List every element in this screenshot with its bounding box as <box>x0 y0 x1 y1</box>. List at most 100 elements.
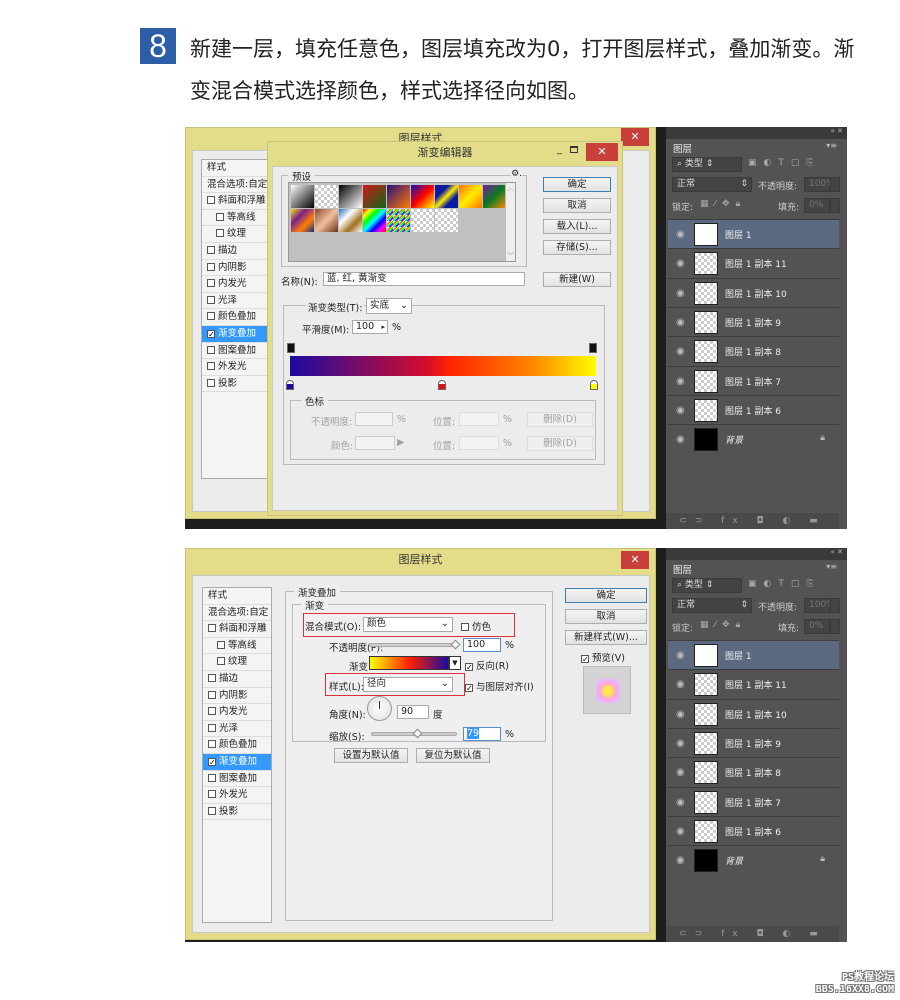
filter-icons[interactable]: ▣◐T▢⎘ <box>748 579 821 589</box>
checkbox[interactable] <box>208 673 216 682</box>
reverse-checkbox[interactable]: ✓ 反向(R) <box>465 658 509 672</box>
checkbox[interactable] <box>207 279 215 288</box>
preset-swatch-violet-orange[interactable] <box>387 185 410 208</box>
eye-icon[interactable]: ◉ <box>676 288 685 299</box>
gradient-preview-bar[interactable] <box>290 356 596 376</box>
sidebar-item[interactable]: 投影 <box>203 804 271 821</box>
sidebar-item[interactable]: 光泽 <box>203 721 271 738</box>
ok-button[interactable]: 确定 <box>565 588 647 603</box>
sidebar-item[interactable]: 纹理 <box>202 226 270 243</box>
sidebar-item[interactable]: 颜色叠加 <box>202 309 270 326</box>
checkbox[interactable] <box>208 740 216 749</box>
checkbox[interactable] <box>208 624 216 633</box>
close-icon[interactable]: ✕ <box>837 548 843 556</box>
preset-swatch-orange-yellow-orange[interactable] <box>459 185 482 208</box>
close-icon[interactable]: ✕ <box>837 127 843 135</box>
sidebar-item[interactable]: ✓ 渐变叠加 <box>203 753 271 771</box>
color-stop-1[interactable] <box>438 380 446 390</box>
checkbox[interactable] <box>216 229 224 238</box>
load-button[interactable]: 载入(L)... <box>543 219 611 234</box>
eye-icon[interactable]: ◉ <box>676 709 685 720</box>
stop-color-swatch[interactable] <box>355 436 395 450</box>
angle-input[interactable]: 90 <box>397 705 429 719</box>
checkbox-checked[interactable]: ✓ <box>465 684 473 693</box>
checkbox[interactable] <box>217 657 225 666</box>
eye-icon[interactable]: ◉ <box>676 738 685 749</box>
opacity-input[interactable]: 100% <box>804 177 835 192</box>
checkbox-checked[interactable]: ✓ <box>581 655 589 664</box>
eye-icon[interactable]: ◉ <box>676 679 685 690</box>
sidebar-item[interactable]: 内发光 <box>203 704 271 721</box>
color-position-input[interactable] <box>459 436 499 450</box>
preset-swatch-blue-red-yellow[interactable] <box>411 185 434 208</box>
layer-name[interactable]: 图层 1 副本 8 <box>725 345 781 358</box>
layer-row[interactable]: ◉ 背景 🔒︎ <box>668 424 839 454</box>
eye-icon[interactable]: ◉ <box>676 376 685 387</box>
fill-input[interactable]: 0% <box>804 619 830 634</box>
eye-icon[interactable]: ◉ <box>676 229 685 240</box>
filter-icons[interactable]: ▣◐T▢⎘ <box>748 158 821 168</box>
preset-swatch-black-white-rev[interactable] <box>339 185 362 208</box>
set-default-button[interactable]: 设置为默认值 <box>334 748 408 763</box>
layer-name[interactable]: 图层 1 副本 10 <box>725 287 787 300</box>
collapse-icon[interactable]: « <box>831 127 835 135</box>
new-style-button[interactable]: 新建样式(W)... <box>565 630 647 645</box>
close-button[interactable]: ✕ <box>586 143 618 161</box>
slider-thumb[interactable] <box>450 639 461 650</box>
save-button[interactable]: 存储(S)... <box>543 240 611 255</box>
close-button[interactable]: ✕ <box>621 128 649 146</box>
opacity-input[interactable]: 100% <box>804 598 835 613</box>
opacity-input[interactable]: 100 <box>463 638 501 652</box>
layer-name[interactable]: 背景 <box>725 854 743 867</box>
checkbox[interactable] <box>208 723 216 732</box>
eye-icon[interactable]: ◉ <box>676 258 685 269</box>
layer-row[interactable]: ◉ 图层 1 <box>668 640 839 669</box>
sidebar-item[interactable]: 外发光 <box>202 359 270 376</box>
sidebar-item[interactable]: 描边 <box>202 243 270 260</box>
eye-icon[interactable]: ◉ <box>676 855 685 866</box>
sidebar-item[interactable]: 颜色叠加 <box>203 737 271 754</box>
opacity-stop-right[interactable] <box>589 343 597 353</box>
sidebar-item-blend-options[interactable]: 混合选项:自定 <box>203 605 271 622</box>
collapse-icon[interactable]: « <box>831 548 835 556</box>
layer-name[interactable]: 图层 1 副本 11 <box>725 257 787 270</box>
checkbox[interactable] <box>208 790 216 799</box>
preset-swatch-violet-green-orange[interactable] <box>483 185 506 208</box>
checkbox[interactable] <box>208 773 216 782</box>
gear-icon[interactable]: ⚙. <box>511 169 522 179</box>
eye-icon[interactable]: ◉ <box>676 317 685 328</box>
slider-thumb[interactable] <box>412 728 423 739</box>
tab-layers[interactable]: 图层 <box>669 139 697 157</box>
layer-row[interactable]: ◉ 图层 1 <box>668 219 839 248</box>
panel-menu-icon[interactable]: ▾≡ <box>826 562 837 571</box>
layer-row[interactable]: ◉ 图层 1 副本 11 <box>668 669 839 699</box>
arrow-right-icon[interactable]: ▸ <box>381 321 385 333</box>
close-button[interactable]: ✕ <box>621 551 649 569</box>
layer-row[interactable]: ◉ 图层 1 副本 11 <box>668 248 839 278</box>
blend-mode-select[interactable]: 正常 ⇕ <box>672 177 752 192</box>
delete-opacity-stop-button[interactable]: 删除(D) <box>527 412 593 427</box>
preset-swatch-transparent-stripes[interactable] <box>411 209 434 232</box>
preset-swatch-red-green[interactable] <box>363 185 386 208</box>
blend-mode-select[interactable]: 正常 ⇕ <box>672 598 752 613</box>
layer-row[interactable]: ◉ 图层 1 副本 10 <box>668 277 839 307</box>
preset-scrollbar[interactable]: ︿ ﹀ <box>505 183 515 261</box>
panel-footer-toolbar[interactable]: ⊂⊃ fx ◘ ◐ ▬ ◳ ⌫ <box>666 926 839 942</box>
gradient-dropdown[interactable]: ▼ <box>449 656 461 670</box>
layer-name[interactable]: 图层 1 副本 8 <box>725 766 781 779</box>
lock-icons[interactable]: ▦⁄✥🔒︎ <box>700 199 746 209</box>
eye-icon[interactable]: ◉ <box>676 346 685 357</box>
layer-row[interactable]: ◉ 图层 1 副本 7 <box>668 365 839 395</box>
sidebar-item[interactable]: 外发光 <box>203 787 271 804</box>
stop-opacity-input[interactable] <box>355 412 393 426</box>
scale-input[interactable]: 79 <box>463 727 501 741</box>
align-with-layer-checkbox[interactable]: ✓ 与图层对齐(I) <box>465 679 534 693</box>
checkbox[interactable] <box>216 212 224 221</box>
sidebar-item[interactable]: 投影 <box>202 376 270 393</box>
sidebar-item[interactable]: ✓ 渐变叠加 <box>202 325 270 343</box>
preset-swatch-chrome[interactable] <box>339 209 362 232</box>
scroll-down-icon[interactable]: ﹀ <box>506 251 515 261</box>
gradient-type-select[interactable]: 实底 ⌄ <box>366 298 412 314</box>
angle-dial[interactable] <box>367 696 392 721</box>
eye-icon[interactable]: ◉ <box>676 405 685 416</box>
